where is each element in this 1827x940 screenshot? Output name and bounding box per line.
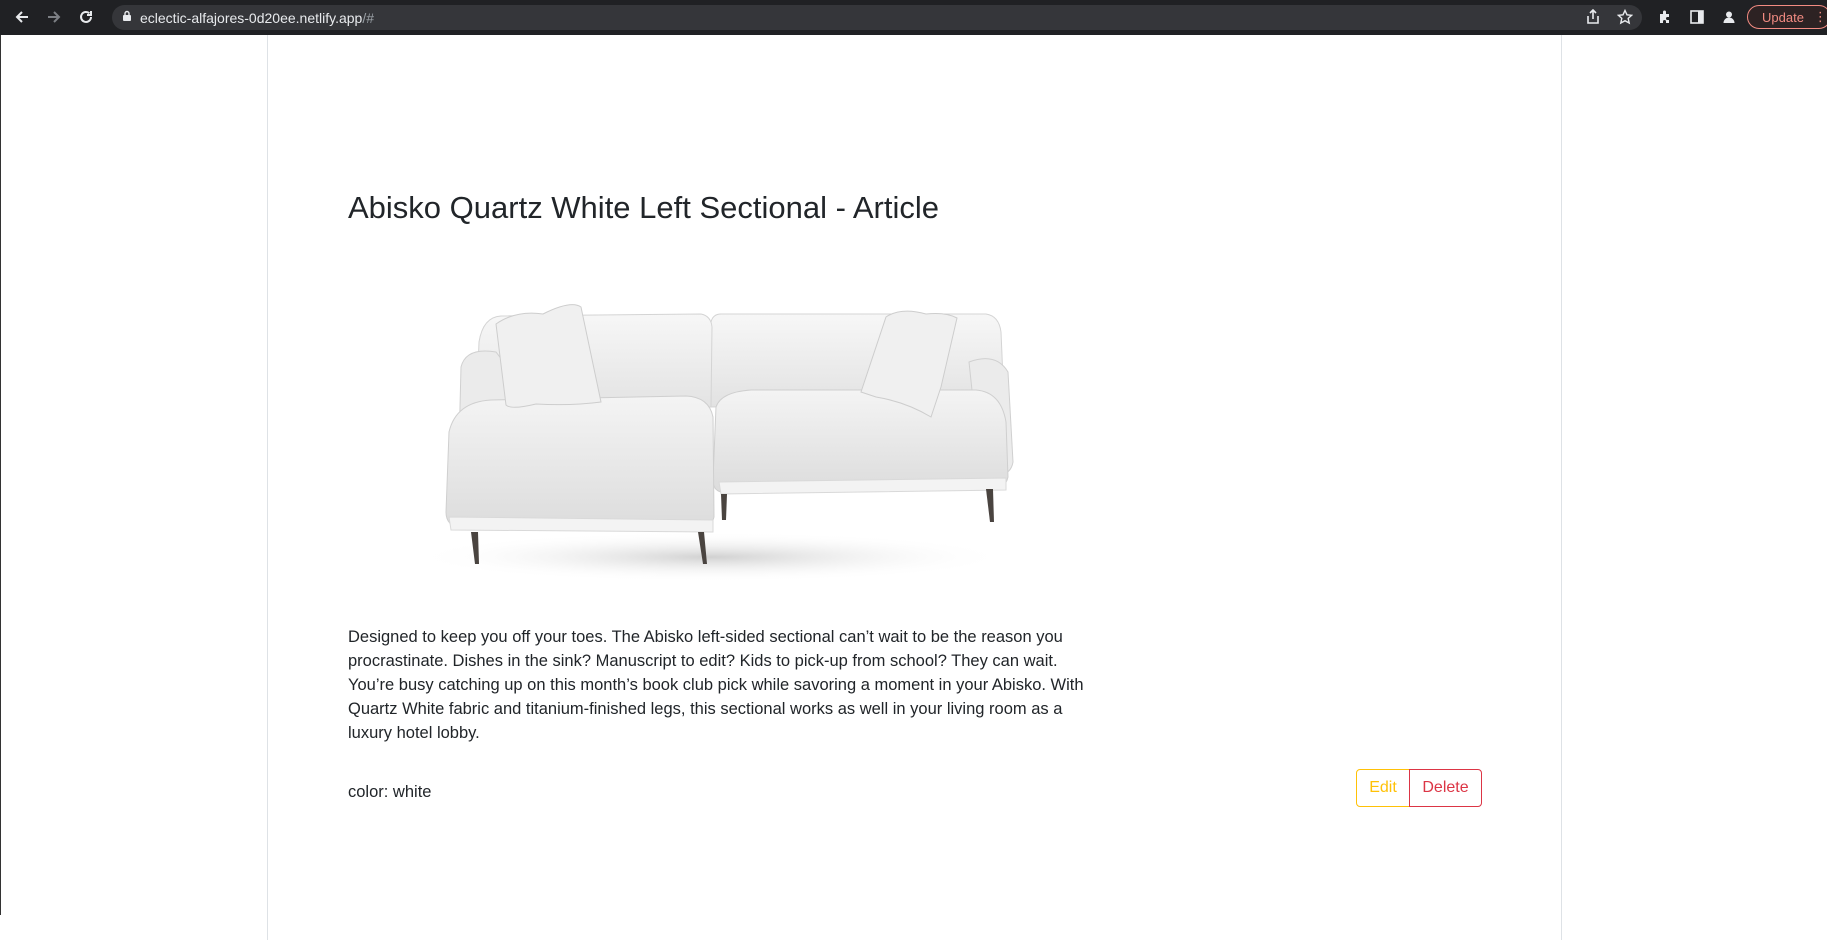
forward-icon[interactable] xyxy=(43,6,65,28)
profile-icon[interactable] xyxy=(1718,6,1740,28)
article-container: Abisko Quartz White Left Sectional - Art… xyxy=(267,35,1562,940)
browser-toolbar: eclectic-alfajores-0d20ee.netlify.app/# … xyxy=(0,0,1827,35)
page-title: Abisko Quartz White Left Sectional - Art… xyxy=(348,190,939,225)
color-attribute: color: white xyxy=(348,783,432,801)
update-label: Update xyxy=(1762,9,1804,25)
product-image xyxy=(411,292,1021,612)
extensions-icon[interactable] xyxy=(1654,6,1676,28)
url-text: eclectic-alfajores-0d20ee.netlify.app/# xyxy=(140,10,374,26)
lock-icon[interactable] xyxy=(122,9,132,27)
description-line: You’re busy catching up on this month’s … xyxy=(348,676,1084,694)
back-icon[interactable] xyxy=(11,6,33,28)
delete-button[interactable]: Delete xyxy=(1409,769,1482,807)
description-line: Quartz White fabric and titanium-finishe… xyxy=(348,700,1063,718)
reload-icon[interactable] xyxy=(75,6,97,28)
more-icon[interactable]: ⋮ xyxy=(1814,9,1827,25)
description-line: procrastinate. Dishes in the sink? Manus… xyxy=(348,652,1058,670)
description-line: luxury hotel lobby. xyxy=(348,724,480,742)
sofa-illustration xyxy=(411,304,1014,582)
description-line: Designed to keep you off your toes. The … xyxy=(348,628,1063,646)
update-button[interactable]: Update ⋮ xyxy=(1747,5,1827,29)
url-path: /# xyxy=(362,9,374,26)
edit-button[interactable]: Edit xyxy=(1356,769,1410,807)
address-bar[interactable]: eclectic-alfajores-0d20ee.netlify.app/# xyxy=(112,5,1642,30)
page-edge xyxy=(0,35,1,915)
url-host: eclectic-alfajores-0d20ee.netlify.app xyxy=(140,9,363,26)
star-icon[interactable] xyxy=(1614,6,1636,28)
share-icon[interactable] xyxy=(1582,6,1604,28)
side-panel-icon[interactable] xyxy=(1686,6,1708,28)
article-actions: Edit Delete xyxy=(1356,769,1482,807)
article-description: Designed to keep you off your toes. The … xyxy=(348,625,1093,745)
